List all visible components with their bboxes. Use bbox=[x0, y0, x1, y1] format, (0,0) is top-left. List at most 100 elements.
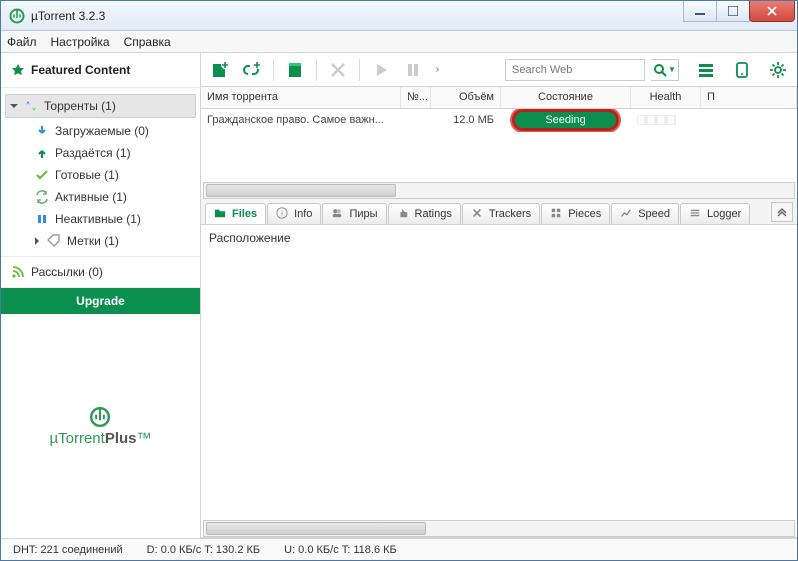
cell-name: Гражданское право. Самое важн... bbox=[201, 110, 401, 130]
statusbar: DHT: 221 соединений D: 0.0 КБ/с T: 130.2… bbox=[1, 538, 797, 560]
scrollbar-thumb[interactable] bbox=[206, 184, 396, 197]
item-label: Готовые (1) bbox=[55, 168, 119, 182]
item-label: Активные (1) bbox=[55, 190, 127, 204]
item-label: Загружаемые (0) bbox=[55, 124, 149, 138]
search-button[interactable]: ▼ bbox=[651, 59, 679, 81]
tabs-collapse-button[interactable] bbox=[771, 202, 793, 222]
tab-pieces[interactable]: Pieces bbox=[541, 203, 610, 224]
status-down: D: 0.0 КБ/с T: 130.2 КБ bbox=[147, 544, 260, 556]
list-h-scrollbar[interactable] bbox=[203, 182, 795, 199]
up-arrow-icon bbox=[35, 146, 49, 160]
maximize-button[interactable] bbox=[716, 1, 750, 22]
titlebar[interactable]: µTorrent 3.2.3 bbox=[1, 1, 797, 31]
updown-icon bbox=[24, 99, 38, 113]
col-health[interactable]: Health bbox=[631, 87, 701, 108]
sidebar-item-inactive[interactable]: Неактивные (1) bbox=[1, 208, 200, 230]
toolbar-sep bbox=[359, 59, 360, 81]
menu-help[interactable]: Справка bbox=[124, 35, 171, 49]
torrent-list-header[interactable]: Имя торрента №... Объём Состояние Health… bbox=[201, 87, 797, 109]
pause-button[interactable] bbox=[400, 57, 426, 83]
torrents-label: Торренты (1) bbox=[44, 99, 116, 113]
plus-promo[interactable]: µTorrentPlus™ bbox=[1, 314, 200, 538]
down-arrow-icon bbox=[35, 124, 49, 138]
toolbar-right bbox=[693, 57, 791, 83]
menu-settings[interactable]: Настройка bbox=[51, 35, 110, 49]
thumb-icon bbox=[397, 207, 411, 221]
grid-icon bbox=[550, 207, 564, 221]
tab-trackers[interactable]: Trackers bbox=[462, 203, 540, 224]
featured-label: Featured Content bbox=[31, 63, 130, 77]
col-state[interactable]: Состояние bbox=[501, 87, 631, 108]
toolbar-sep bbox=[316, 59, 317, 81]
star-icon bbox=[11, 63, 25, 77]
toolbar-sep bbox=[273, 59, 274, 81]
folder-icon bbox=[214, 207, 228, 221]
col-name[interactable]: Имя торрента bbox=[201, 87, 401, 108]
tab-logger[interactable]: Logger bbox=[680, 203, 750, 224]
minimize-button[interactable] bbox=[683, 1, 717, 22]
torrent-list[interactable]: Гражданское право. Самое важн... 12.0 МБ… bbox=[201, 109, 797, 199]
rss-icon bbox=[11, 265, 25, 279]
remove-button[interactable] bbox=[325, 57, 351, 83]
cycle-icon bbox=[35, 190, 49, 204]
scrollbar-thumb[interactable] bbox=[206, 522, 426, 535]
sidebar-item-torrents[interactable]: Торренты (1) bbox=[5, 94, 196, 118]
item-label: Раздаётся (1) bbox=[55, 146, 131, 160]
add-url-button[interactable] bbox=[239, 57, 265, 83]
add-torrent-button[interactable] bbox=[207, 57, 233, 83]
tab-info[interactable]: iInfo bbox=[267, 203, 321, 224]
cell-num bbox=[401, 116, 431, 124]
sidebar-item-active[interactable]: Активные (1) bbox=[1, 186, 200, 208]
detail-panel: Расположение bbox=[201, 225, 797, 538]
item-label: Неактивные (1) bbox=[55, 212, 141, 226]
cell-state: Seeding bbox=[501, 109, 631, 132]
remote-button[interactable] bbox=[729, 57, 755, 83]
sidebar-item-downloading[interactable]: Загружаемые (0) bbox=[1, 120, 200, 142]
sidebar-item-labels[interactable]: Метки (1) bbox=[1, 230, 200, 252]
tab-peers[interactable]: Пиры bbox=[322, 203, 386, 224]
tab-speed[interactable]: Speed bbox=[611, 203, 679, 224]
check-icon bbox=[35, 168, 49, 182]
new-torrent-button[interactable] bbox=[282, 57, 308, 83]
sidebar-featured[interactable]: Featured Content bbox=[1, 53, 200, 88]
col-size[interactable]: Объём bbox=[431, 87, 501, 108]
info-icon: i bbox=[276, 207, 290, 221]
upgrade-label: Upgrade bbox=[76, 294, 125, 308]
sidebar: Featured Content Торренты (1) Загружаемы… bbox=[1, 53, 201, 538]
search-input[interactable] bbox=[505, 59, 645, 81]
view-list-button[interactable] bbox=[693, 57, 719, 83]
detail-h-scrollbar[interactable] bbox=[203, 520, 795, 537]
sidebar-item-feeds[interactable]: Рассылки (0) bbox=[1, 257, 200, 288]
sidebar-item-seeding[interactable]: Раздаётся (1) bbox=[1, 142, 200, 164]
col-p[interactable]: П bbox=[701, 87, 797, 108]
detail-tabs: Files iInfo Пиры Ratings Trackers Pieces… bbox=[201, 199, 797, 225]
start-button[interactable] bbox=[368, 57, 394, 83]
caret-icon bbox=[10, 104, 18, 108]
pause-icon bbox=[35, 212, 49, 226]
main-panel: ›› ▼ Имя торрента №... Объём Состояние H… bbox=[201, 53, 797, 538]
app-icon bbox=[9, 8, 25, 24]
upgrade-button[interactable]: Upgrade bbox=[1, 288, 200, 314]
x-icon bbox=[471, 207, 485, 221]
window-buttons bbox=[684, 1, 797, 30]
svg-text:i: i bbox=[281, 209, 283, 218]
toolbar: ›› ▼ bbox=[201, 53, 797, 87]
preferences-button[interactable] bbox=[765, 57, 791, 83]
caret-icon bbox=[35, 237, 39, 245]
col-num[interactable]: №... bbox=[401, 87, 431, 108]
location-label: Расположение bbox=[209, 231, 291, 245]
plus-text: µTorrentPlus™ bbox=[49, 430, 151, 447]
menubar: Файл Настройка Справка bbox=[1, 31, 797, 53]
sidebar-item-completed[interactable]: Готовые (1) bbox=[1, 164, 200, 186]
tab-files[interactable]: Files bbox=[205, 203, 266, 224]
close-button[interactable] bbox=[749, 1, 795, 22]
peers-icon bbox=[331, 207, 345, 221]
torrent-row[interactable]: Гражданское право. Самое важн... 12.0 МБ… bbox=[201, 109, 797, 131]
tab-ratings[interactable]: Ratings bbox=[388, 203, 461, 224]
tag-icon bbox=[47, 234, 61, 248]
item-label: Метки (1) bbox=[67, 234, 119, 248]
feeds-label: Рассылки (0) bbox=[31, 265, 103, 279]
menu-file[interactable]: Файл bbox=[7, 35, 37, 49]
content: Featured Content Торренты (1) Загружаемы… bbox=[1, 53, 797, 538]
chevron-down-icon bbox=[777, 207, 787, 217]
